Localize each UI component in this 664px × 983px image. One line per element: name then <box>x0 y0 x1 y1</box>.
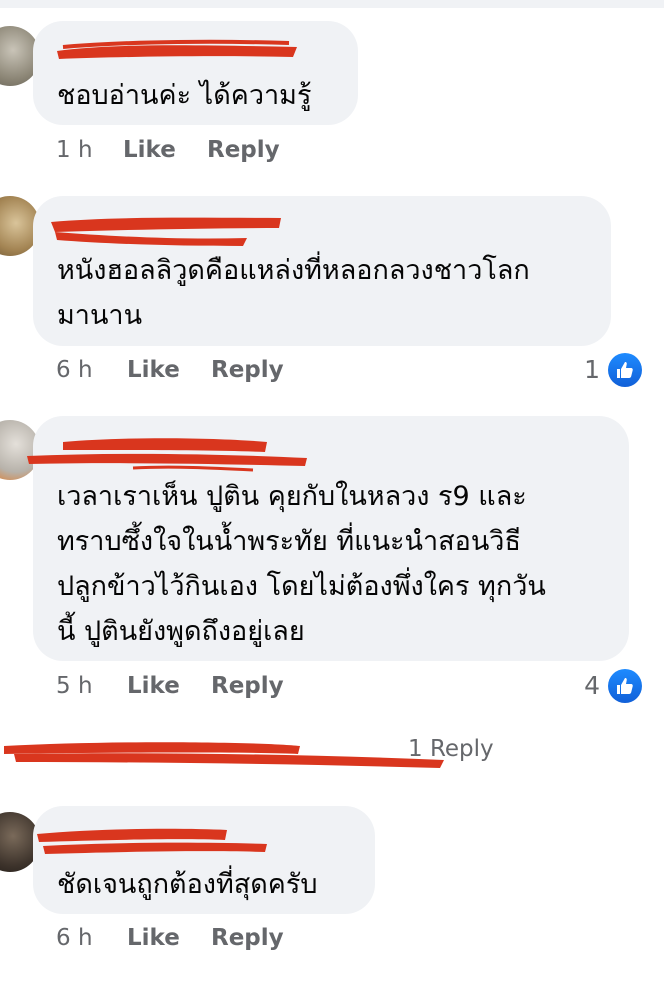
comment-bubble: ชัดเจนถูกต้องที่สุดครับ <box>33 806 375 914</box>
comment-line: นี้ ปูตินยังพูดถึงอยู่เลย <box>57 616 305 647</box>
thumbs-up-icon <box>608 353 642 387</box>
reaction-summary[interactable]: 1 <box>560 353 642 389</box>
like-link[interactable]: Like <box>123 137 176 163</box>
comment-text: ชัดเจนถูกต้องที่สุดครับ <box>57 862 318 907</box>
reply-link[interactable]: Reply <box>211 925 284 951</box>
redacted-name <box>27 438 307 472</box>
reaction-summary[interactable]: 4 <box>560 669 642 705</box>
comment-time: 5 h <box>56 673 93 699</box>
comment-line: หนังฮอลลิวูดคือแหล่งที่หลอกลวงชาวโลก <box>57 255 530 286</box>
comment-line: ชอบอ่านค่ะ ได้ความรู้ <box>57 80 312 111</box>
redacted-name <box>51 217 281 246</box>
comment-line: เวลาเราเห็น ปูติน คุยกับในหลวง ร9 และ <box>57 481 527 512</box>
comment-line: ปลูกข้าวไว้กินเอง โดยไม่ต้องพึ่งใคร ทุกว… <box>57 571 546 602</box>
comment-line: ชัดเจนถูกต้องที่สุดครับ <box>57 869 318 900</box>
comment-time: 6 h <box>56 925 93 951</box>
like-link[interactable]: Like <box>127 357 180 383</box>
redacted-replier <box>4 742 444 768</box>
comment-actions: 6 h Like Reply <box>56 925 356 955</box>
thumbs-up-icon <box>608 669 642 703</box>
reaction-count: 1 <box>584 355 600 384</box>
comment-actions: 5 h Like Reply <box>56 673 356 703</box>
comment-bubble: หนังฮอลลิวูดคือแหล่งที่หลอกลวงชาวโลก มาน… <box>33 196 611 346</box>
comment-actions: 1 h Like Reply <box>56 137 356 167</box>
reply-link[interactable]: Reply <box>211 357 284 383</box>
like-link[interactable]: Like <box>127 925 180 951</box>
redacted-name <box>37 828 267 854</box>
comment-bubble: ชอบอ่านค่ะ ได้ความรู้ <box>33 21 358 125</box>
comment-time: 1 h <box>56 137 93 163</box>
comment-text: หนังฮอลลิวูดคือแหล่งที่หลอกลวงชาวโลก มาน… <box>57 248 530 338</box>
reply-link[interactable]: Reply <box>211 673 284 699</box>
comment-line: มานาน <box>57 300 143 331</box>
redacted-name <box>57 39 297 59</box>
comment-time: 6 h <box>56 357 93 383</box>
top-bar <box>0 0 664 8</box>
comment-bubble: เวลาเราเห็น ปูติน คุยกับในหลวง ร9 และ ทร… <box>27 416 629 661</box>
reaction-count: 4 <box>584 671 600 700</box>
comment-actions: 6 h Like Reply <box>56 357 356 387</box>
comment-text: เวลาเราเห็น ปูติน คุยกับในหลวง ร9 และ ทร… <box>57 474 546 654</box>
comment-line: ทราบซึ้งใจในน้ำพระทัย ที่แนะนำสอนวิธี <box>57 526 521 557</box>
reply-link[interactable]: Reply <box>207 137 280 163</box>
view-replies-link[interactable]: 1 Reply <box>0 732 500 772</box>
like-link[interactable]: Like <box>127 673 180 699</box>
comment-text: ชอบอ่านค่ะ ได้ความรู้ <box>57 73 311 118</box>
